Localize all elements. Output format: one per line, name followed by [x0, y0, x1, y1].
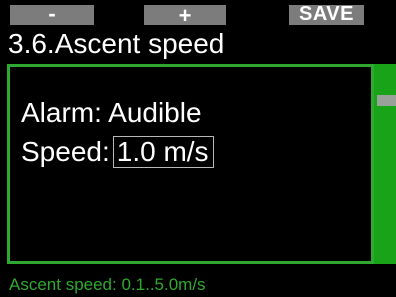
speed-setting-row[interactable]: Speed: 1.0 m/s [21, 136, 214, 168]
settings-panel: Alarm: Audible Speed: 1.0 m/s [7, 64, 374, 264]
decrease-button[interactable]: - [10, 3, 94, 25]
scrollbar-thumb[interactable] [377, 95, 396, 106]
page-title: 3.6.Ascent speed [8, 28, 225, 59]
save-button[interactable]: SAVE [289, 4, 364, 25]
scrollbar[interactable] [374, 64, 396, 264]
speed-value-field[interactable]: 1.0 m/s [112, 136, 214, 168]
alarm-setting-row[interactable]: Alarm: Audible [21, 98, 202, 128]
speed-label: Speed: [21, 136, 110, 167]
range-hint: Ascent speed: 0.1..5.0m/s [9, 275, 206, 294]
alarm-label: Alarm: [21, 97, 102, 128]
increase-button[interactable]: + [144, 5, 226, 27]
softkey-bar: - + SAVE [0, 0, 396, 27]
alarm-value[interactable]: Audible [108, 97, 201, 128]
